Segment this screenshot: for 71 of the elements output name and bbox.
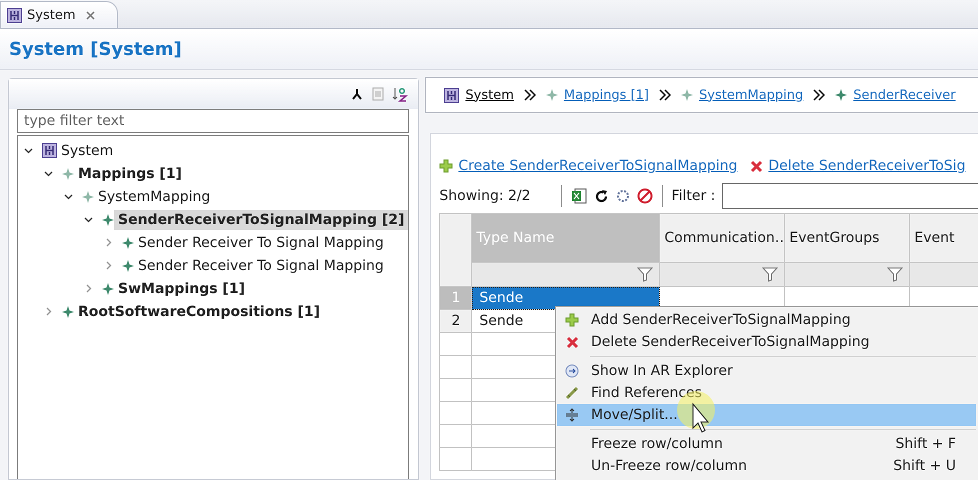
- chevron-right-icon[interactable]: [104, 238, 113, 247]
- chevron-down-icon[interactable]: [24, 146, 33, 155]
- diamond-icon: [122, 236, 134, 248]
- filter-field[interactable]: type filter text: [17, 109, 410, 133]
- plus-icon: [565, 313, 579, 327]
- spreadsheet-icon[interactable]: [570, 188, 587, 204]
- breadcrumb-link[interactable]: Mappings [1]: [564, 88, 649, 102]
- row-number: 2: [440, 310, 472, 333]
- menu-item[interactable]: Freeze row/column Shift + F: [557, 433, 976, 455]
- chevron-down-icon[interactable]: [44, 169, 53, 178]
- diamond-icon: [122, 260, 134, 272]
- system-icon: [42, 143, 57, 158]
- tree-item[interactable]: Mappings [1]: [74, 164, 186, 184]
- system-icon: [444, 88, 460, 102]
- column-header[interactable]: Communication…: [660, 214, 786, 262]
- tab-label: System: [27, 8, 76, 22]
- plus-icon: [439, 159, 454, 173]
- breadcrumb-link[interactable]: System: [465, 88, 514, 102]
- table-cell: Sende: [472, 287, 660, 310]
- diamond-icon: [835, 89, 848, 101]
- system-icon: [7, 8, 22, 22]
- split-icon: [565, 408, 579, 422]
- diamond-icon: [82, 190, 94, 202]
- tree-item[interactable]: SystemMapping: [94, 186, 214, 206]
- chevron-right-icon[interactable]: [44, 307, 53, 316]
- showing-count: Showing: 2/2: [439, 188, 531, 204]
- breadcrumb-link[interactable]: SystemMapping: [699, 88, 804, 102]
- diamond-icon: [681, 89, 693, 101]
- menu-item[interactable]: Un-Freeze row/column Shift + U: [557, 455, 976, 477]
- row-number: 1: [440, 287, 472, 310]
- tree-item[interactable]: SwMappings [1]: [114, 278, 249, 298]
- column-header[interactable]: EventGroups: [785, 214, 910, 262]
- diamond-icon: [62, 168, 74, 180]
- diamond-icon: [546, 89, 558, 101]
- tree-branch-icon[interactable]: [350, 87, 364, 101]
- chevron-right-icon[interactable]: [84, 284, 93, 293]
- tree-item[interactable]: SenderReceiverToSignalMapping [2]: [114, 210, 408, 230]
- filter-icon[interactable]: [637, 267, 654, 282]
- breadcrumb-link[interactable]: SenderReceiver: [853, 88, 956, 102]
- close-icon[interactable]: [86, 10, 96, 20]
- double-chevron-icon: [659, 89, 671, 101]
- sort-az-icon[interactable]: [392, 86, 408, 102]
- editor-tab[interactable]: System: [0, 1, 118, 28]
- tree-item[interactable]: Sender Receiver To Signal Mapping: [134, 256, 388, 276]
- tree-item[interactable]: RootSoftwareCompositions [1]: [74, 302, 324, 322]
- filter-icon[interactable]: [762, 267, 778, 282]
- double-chevron-icon: [813, 89, 826, 101]
- cross-icon: [750, 160, 764, 172]
- menu-item[interactable]: Find References: [557, 382, 976, 404]
- chevron-right-icon[interactable]: [104, 261, 113, 270]
- menu-item[interactable]: Show In AR Explorer: [557, 360, 976, 382]
- chevron-down-icon[interactable]: [84, 215, 93, 224]
- diamond-icon: [102, 214, 114, 226]
- delete-link[interactable]: Delete SenderReceiverToSig: [768, 158, 966, 174]
- column-header[interactable]: Event: [910, 214, 978, 262]
- chevron-down-icon[interactable]: [64, 192, 73, 201]
- filter-label: Filter :: [672, 188, 716, 204]
- diamond-icon: [62, 306, 74, 318]
- double-chevron-icon: [524, 89, 536, 101]
- tree-item[interactable]: Sender Receiver To Signal Mapping: [134, 232, 388, 252]
- table-filter-field[interactable]: [722, 183, 978, 209]
- refresh-icon[interactable]: [594, 188, 609, 204]
- menu-item[interactable]: Move/Split...: [557, 404, 976, 426]
- cross-icon: [566, 336, 578, 348]
- diamond-icon: [102, 282, 114, 294]
- filter-icon[interactable]: [887, 267, 904, 282]
- menu-item[interactable]: Delete SenderReceiverToSignalMapping: [557, 331, 976, 353]
- arrow-circle-icon: [565, 364, 579, 378]
- create-link[interactable]: Create SenderReceiverToSignalMapping: [458, 158, 738, 174]
- tree-item[interactable]: System: [57, 140, 118, 160]
- clear-filter-icon[interactable]: [636, 188, 653, 204]
